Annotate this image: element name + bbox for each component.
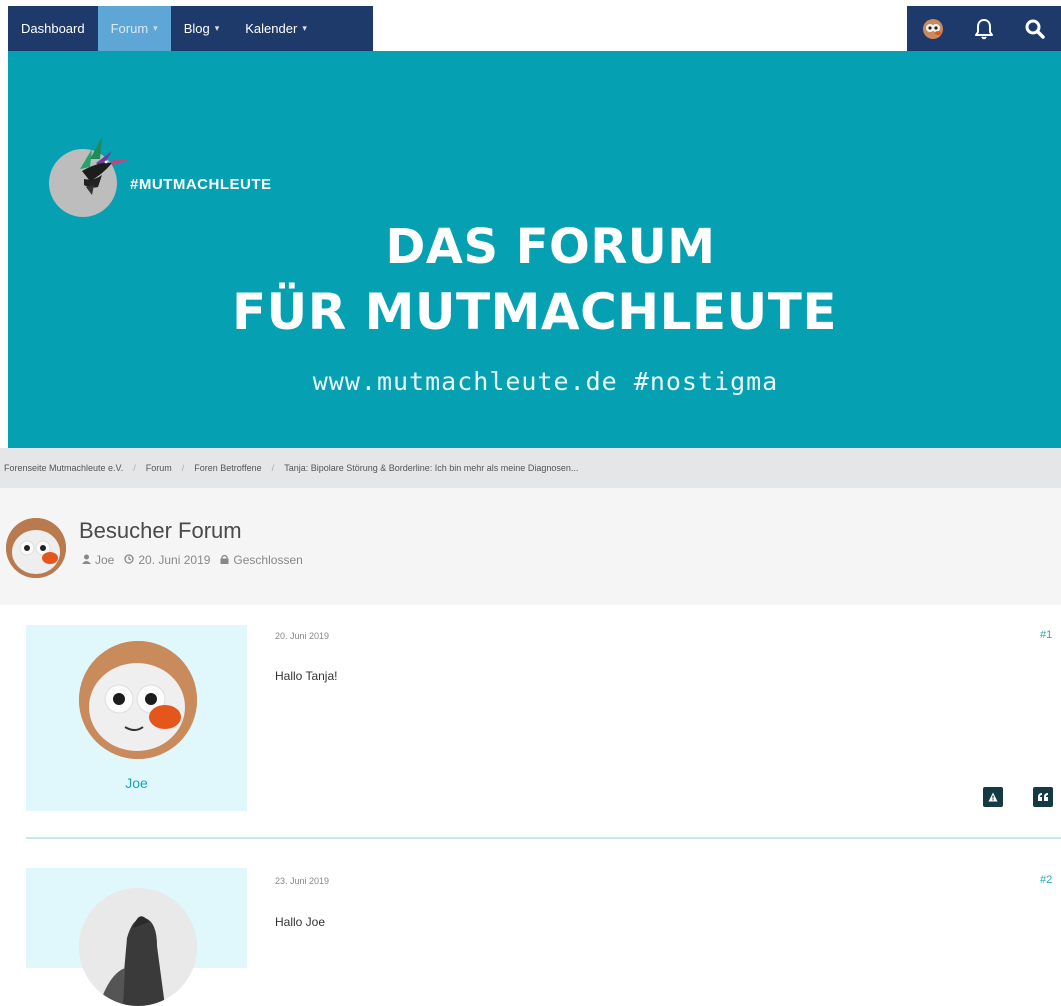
post-date[interactable]: 23. Juni 2019 bbox=[275, 876, 329, 886]
post-body: Hallo Joe bbox=[275, 915, 326, 929]
nav-blog-label: Blog bbox=[183, 21, 210, 36]
breadcrumb: Forenseite Mutmachleute e.V. / Forum / F… bbox=[0, 448, 1061, 488]
user-navigation bbox=[907, 6, 1061, 51]
avatar[interactable] bbox=[79, 641, 197, 759]
post-username[interactable]: Joe bbox=[26, 775, 247, 791]
thread-status: Geschlossen bbox=[233, 553, 303, 567]
warning-icon bbox=[988, 792, 998, 802]
user-icon bbox=[82, 554, 91, 567]
avatar[interactable] bbox=[79, 888, 197, 1006]
user-avatar-icon[interactable] bbox=[919, 15, 947, 43]
search-icon[interactable] bbox=[1021, 15, 1049, 43]
nav-forum-label: Forum bbox=[110, 21, 149, 36]
thread-author[interactable]: Joe bbox=[95, 553, 114, 567]
page-title: Besucher Forum bbox=[79, 518, 242, 543]
breadcrumb-item[interactable]: Forenseite Mutmachleute e.V. bbox=[4, 463, 123, 473]
forum-banner: #MUTMACHLEUTE DAS FORUM FÜR MUTMACHLEUTE… bbox=[8, 51, 1061, 448]
thread-header: Besucher Forum Joe 20. Juni 2019 Geschlo… bbox=[0, 488, 1061, 605]
thread-meta: Joe 20. Juni 2019 Geschlossen bbox=[82, 553, 303, 567]
thread-date: 20. Juni 2019 bbox=[138, 553, 211, 567]
breadcrumb-item[interactable]: Tanja: Bipolare Störung & Borderline: Ic… bbox=[284, 463, 578, 473]
avatar[interactable] bbox=[6, 518, 66, 578]
post-body: Hallo Tanja! bbox=[275, 669, 338, 683]
nav-dashboard-label: Dashboard bbox=[21, 21, 85, 36]
post-date[interactable]: 20. Juni 2019 bbox=[275, 631, 329, 641]
post-author-sidebar bbox=[26, 868, 247, 1006]
nav-kalender-label: Kalender bbox=[245, 21, 298, 36]
post-author-sidebar: Joe bbox=[26, 625, 247, 811]
post: Joe 20. Juni 2019 Hallo Tanja! #1 bbox=[0, 605, 1061, 837]
chevron-down-icon: ▾ bbox=[302, 23, 307, 33]
breadcrumb-separator: / bbox=[271, 463, 275, 473]
banner-title-line-2: FÜR MUTMACHLEUTE bbox=[232, 283, 837, 341]
breadcrumb-item[interactable]: Forum bbox=[146, 463, 172, 473]
banner-title-line-1: DAS FORUM bbox=[385, 219, 716, 275]
clock-icon bbox=[124, 553, 135, 567]
breadcrumb-separator: / bbox=[181, 463, 185, 473]
nav-forum[interactable]: Forum ▾ bbox=[97, 6, 171, 51]
banner-url: www.mutmachleute.de #nostigma bbox=[312, 367, 779, 396]
breadcrumb-separator: / bbox=[133, 463, 136, 473]
chevron-down-icon: ▾ bbox=[214, 23, 220, 33]
bell-icon[interactable] bbox=[970, 15, 998, 43]
logo-text: #MUTMACHLEUTE bbox=[130, 176, 272, 193]
report-button[interactable] bbox=[983, 787, 1003, 807]
breadcrumb-item[interactable]: Foren Betroffene bbox=[194, 463, 261, 473]
main-navigation: Dashboard Forum ▾ Blog ▾ Kalender ▾ bbox=[8, 6, 373, 51]
nav-kalender[interactable]: Kalender ▾ bbox=[232, 6, 320, 51]
lock-icon bbox=[220, 554, 229, 567]
post: 23. Juni 2019 Hallo Joe #2 bbox=[0, 838, 1061, 1006]
post-number[interactable]: #2 bbox=[1040, 874, 1052, 886]
nav-dashboard[interactable]: Dashboard bbox=[8, 6, 98, 51]
quote-icon bbox=[1038, 793, 1048, 801]
quote-button[interactable] bbox=[1033, 787, 1053, 807]
nav-blog[interactable]: Blog ▾ bbox=[171, 6, 233, 51]
chevron-down-icon: ▾ bbox=[153, 23, 158, 33]
post-number[interactable]: #1 bbox=[1040, 629, 1052, 641]
